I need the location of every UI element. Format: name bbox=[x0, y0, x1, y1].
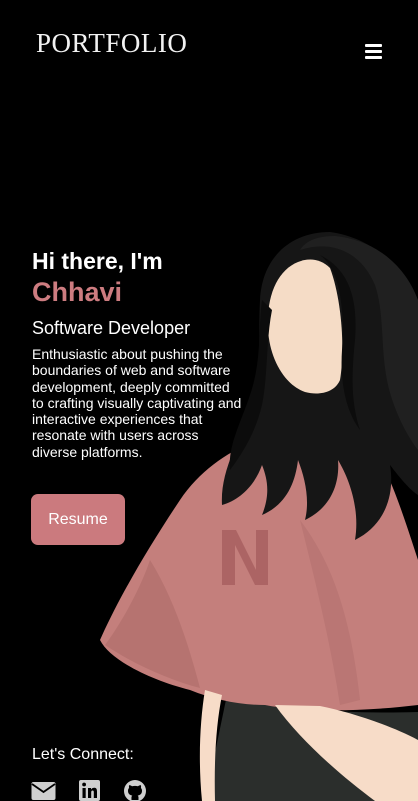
linkedin-icon[interactable] bbox=[79, 778, 105, 801]
portfolio-page: PORTFOLIO Hi there, I'm Chhavi Software … bbox=[0, 0, 418, 801]
github-icon[interactable] bbox=[123, 778, 149, 801]
hero-description: Enthusiastic about pushing the boundarie… bbox=[32, 346, 242, 460]
role-title: Software Developer bbox=[32, 318, 191, 338]
greeting-heading: Hi there, I'm bbox=[32, 248, 163, 274]
hamburger-line bbox=[365, 44, 382, 47]
hamburger-menu-icon[interactable] bbox=[365, 43, 382, 59]
hamburger-line bbox=[365, 56, 382, 59]
envelope-icon[interactable] bbox=[31, 778, 57, 801]
hamburger-line bbox=[365, 50, 382, 53]
site-logo[interactable]: PORTFOLIO bbox=[36, 28, 187, 59]
name-heading: Chhavi bbox=[32, 277, 123, 307]
hero-section: Hi there, I'm Chhavi Software Developer … bbox=[32, 248, 247, 460]
resume-button[interactable]: Resume bbox=[31, 494, 125, 545]
connect-label: Let's Connect: bbox=[32, 746, 134, 763]
